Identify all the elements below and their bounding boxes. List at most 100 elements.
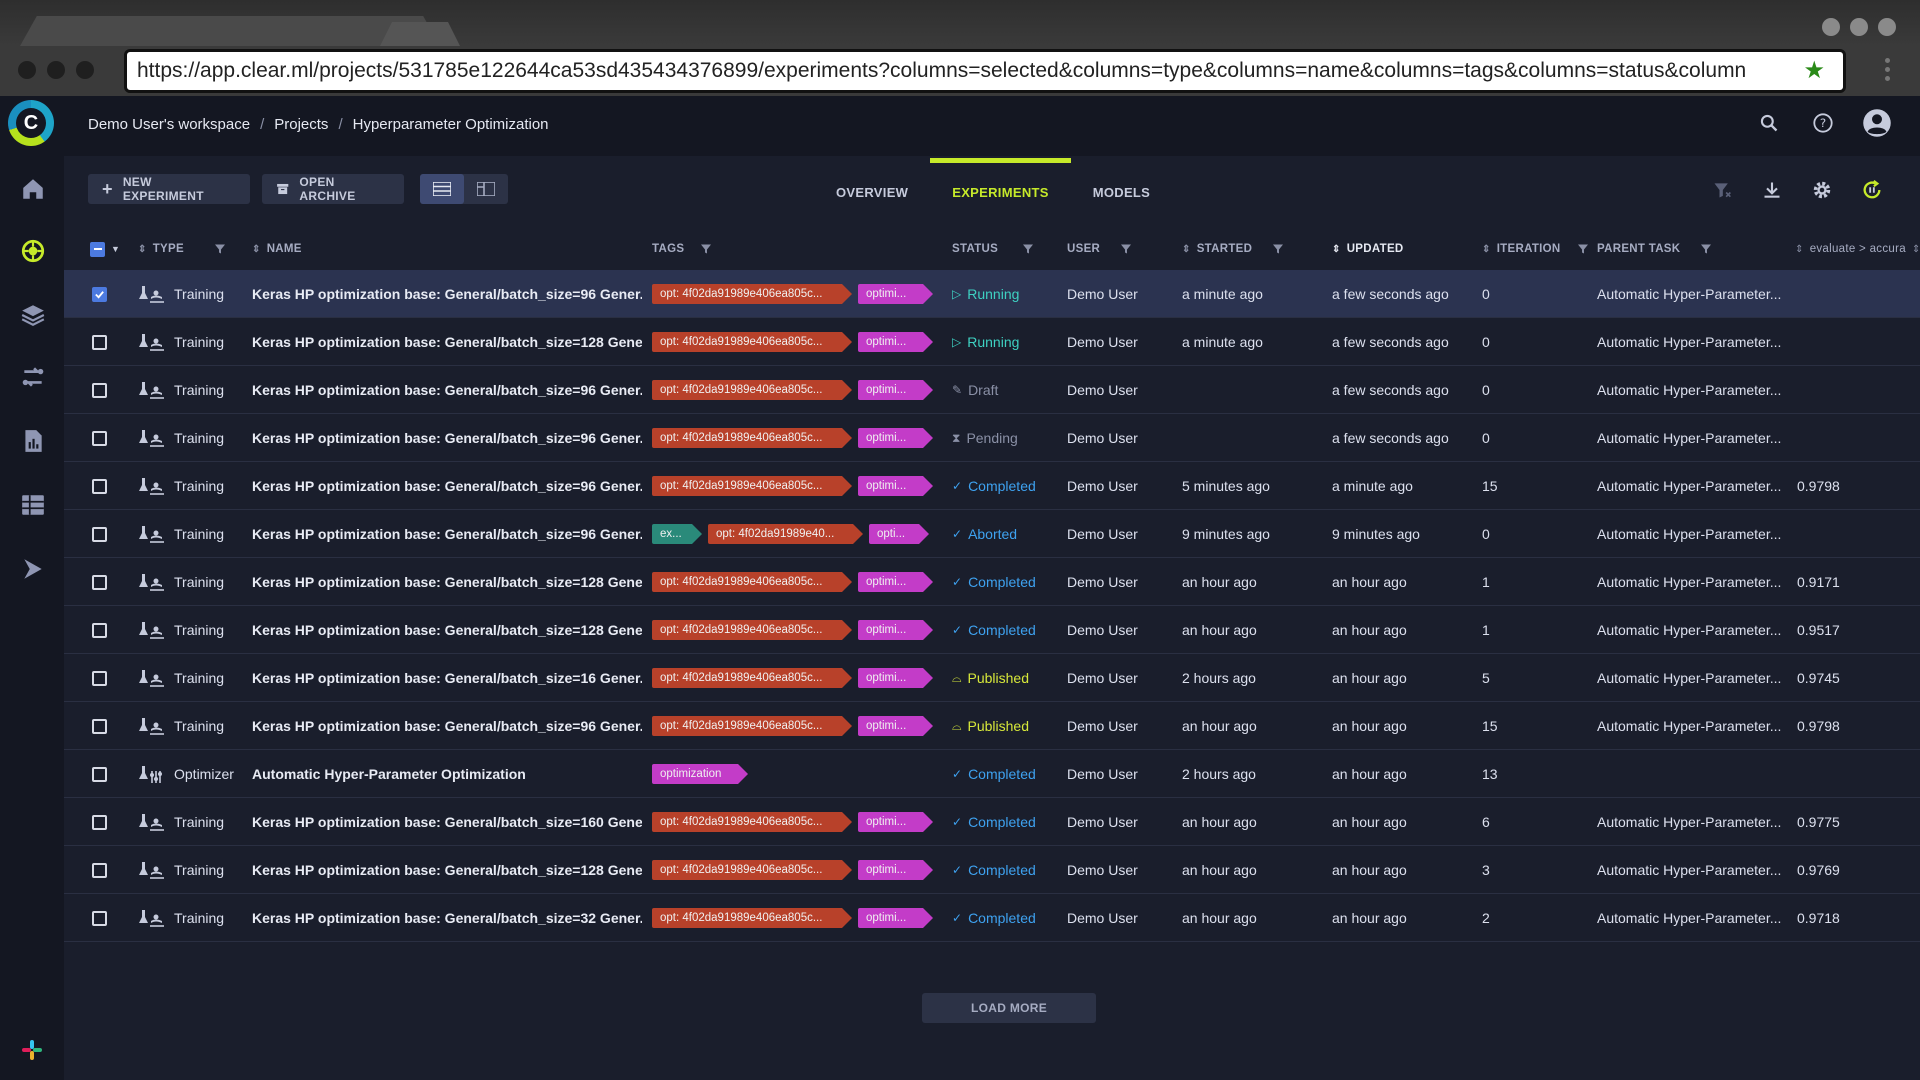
row-checkbox[interactable] (92, 510, 107, 558)
parent-task-cell[interactable]: Automatic Hyper-Parameter... (1597, 894, 1792, 942)
experiment-name[interactable]: Keras HP optimization base: General/batc… (252, 462, 642, 510)
tag-chip[interactable]: optimi... (858, 812, 933, 832)
parent-task-cell[interactable]: Automatic Hyper-Parameter... (1597, 366, 1792, 414)
tag-chip[interactable]: opt: 4f02da91989e406ea805c... (652, 284, 852, 304)
parent-task-cell[interactable]: Automatic Hyper-Parameter... (1597, 558, 1792, 606)
new-experiment-button[interactable]: + NEW EXPERIMENT (88, 174, 250, 204)
window-close-icon[interactable] (1878, 18, 1896, 36)
tag-chip[interactable]: opt: 4f02da91989e406ea805c... (652, 572, 852, 592)
download-icon[interactable] (1760, 178, 1784, 202)
sort-icon[interactable]: ⇕ (1795, 244, 1804, 255)
browser-menu-icon[interactable] (1885, 58, 1890, 81)
row-checkbox[interactable] (92, 366, 107, 414)
search-icon[interactable] (1754, 108, 1784, 138)
parent-task-cell[interactable]: Automatic Hyper-Parameter... (1597, 846, 1792, 894)
tag-chip[interactable]: optimi... (858, 620, 933, 640)
table-row[interactable]: Training Keras HP optimization base: Gen… (64, 894, 1920, 942)
table-row[interactable]: Training Keras HP optimization base: Gen… (64, 558, 1920, 606)
row-checkbox[interactable] (92, 894, 107, 942)
clearml-logo[interactable]: C (8, 100, 54, 146)
breadcrumb-project[interactable]: Hyperparameter Optimization (353, 116, 549, 133)
experiment-name[interactable]: Keras HP optimization base: General/batc… (252, 894, 642, 942)
col-metric[interactable]: ⇕ evaluate > accura ⇕ (1795, 228, 1920, 270)
tag-chip[interactable]: opt: 4f02da91989e406ea805c... (652, 908, 852, 928)
tag-chip[interactable]: opt: 4f02da91989e406ea805c... (652, 380, 852, 400)
sort-icon[interactable]: ⇕ (138, 244, 147, 255)
bookmark-star-icon[interactable]: ★ (1803, 59, 1825, 83)
nav-dot-icon[interactable] (76, 61, 94, 79)
table-row[interactable]: Optimizer Automatic Hyper-Parameter Opti… (64, 750, 1920, 798)
col-started[interactable]: ⇕ STARTED (1182, 228, 1284, 270)
experiment-name[interactable]: Keras HP optimization base: General/batc… (252, 702, 642, 750)
tag-chip[interactable]: opt: 4f02da91989e406ea805c... (652, 812, 852, 832)
tag-chip[interactable]: optimi... (858, 476, 933, 496)
filter-icon[interactable] (1120, 243, 1132, 255)
sort-icon[interactable]: ⇕ (1482, 244, 1491, 255)
experiment-name[interactable]: Keras HP optimization base: General/batc… (252, 270, 642, 318)
filter-icon[interactable] (1272, 243, 1284, 255)
experiment-name[interactable]: Automatic Hyper-Parameter Optimization (252, 750, 642, 798)
table-view-icon[interactable] (420, 174, 464, 204)
experiment-name[interactable]: Keras HP optimization base: General/batc… (252, 606, 642, 654)
col-name[interactable]: ⇕ NAME (252, 228, 302, 270)
experiment-name[interactable]: Keras HP optimization base: General/batc… (252, 558, 642, 606)
tab-overview[interactable]: OVERVIEW (814, 156, 930, 228)
tag-chip[interactable]: opt: 4f02da91989e406ea805c... (652, 476, 852, 496)
tag-chip[interactable]: optimi... (858, 428, 933, 448)
table-row[interactable]: Training Keras HP optimization base: Gen… (64, 414, 1920, 462)
sort-icon[interactable]: ⇕ (1182, 244, 1191, 255)
tag-chip[interactable]: opt: 4f02da91989e40... (708, 524, 863, 544)
row-checkbox[interactable] (92, 846, 107, 894)
parent-task-cell[interactable]: Automatic Hyper-Parameter... (1597, 702, 1792, 750)
row-checkbox[interactable] (92, 270, 107, 318)
table-row[interactable]: Training Keras HP optimization base: Gen… (64, 606, 1920, 654)
experiment-name[interactable]: Keras HP optimization base: General/batc… (252, 654, 642, 702)
experiment-name[interactable]: Keras HP optimization base: General/batc… (252, 414, 642, 462)
tag-chip[interactable]: opt: 4f02da91989e406ea805c... (652, 860, 852, 880)
clear-filter-icon[interactable] (1710, 178, 1734, 202)
table-row[interactable]: Training Keras HP optimization base: Gen… (64, 270, 1920, 318)
breadcrumb-projects[interactable]: Projects (274, 116, 328, 133)
row-checkbox[interactable] (92, 702, 107, 750)
nav-dot-icon[interactable] (47, 61, 65, 79)
tag-chip[interactable]: opti... (869, 524, 929, 544)
url-bar[interactable]: https://app.clear.ml/projects/531785e122… (124, 49, 1846, 93)
tag-chip[interactable]: opt: 4f02da91989e406ea805c... (652, 428, 852, 448)
help-icon[interactable]: ? (1808, 108, 1838, 138)
filter-icon[interactable] (700, 243, 712, 255)
sort-icon[interactable]: ⇕ (1332, 244, 1341, 255)
brain-icon[interactable] (20, 238, 46, 264)
tag-chip[interactable]: optimi... (858, 908, 933, 928)
row-checkbox[interactable] (92, 558, 107, 606)
browser-tab[interactable] (20, 16, 440, 46)
table-row[interactable]: Training Keras HP optimization base: Gen… (64, 654, 1920, 702)
tag-chip[interactable]: optimi... (858, 716, 933, 736)
table-row[interactable]: Training Keras HP optimization base: Gen… (64, 510, 1920, 558)
parent-task-cell[interactable]: Automatic Hyper-Parameter... (1597, 606, 1792, 654)
col-user[interactable]: USER (1067, 228, 1132, 270)
tag-chip[interactable]: optimi... (858, 572, 933, 592)
parent-task-cell[interactable]: Automatic Hyper-Parameter... (1597, 462, 1792, 510)
datasets-icon[interactable] (20, 492, 46, 518)
filter-icon[interactable] (1577, 243, 1589, 255)
tag-chip[interactable]: optimi... (858, 668, 933, 688)
experiment-name[interactable]: Keras HP optimization base: General/batc… (252, 798, 642, 846)
browser-new-tab[interactable] (380, 22, 460, 46)
row-checkbox[interactable] (92, 798, 107, 846)
parent-task-cell[interactable]: Automatic Hyper-Parameter... (1597, 654, 1792, 702)
parent-task-cell[interactable]: Automatic Hyper-Parameter... (1597, 270, 1792, 318)
tag-chip[interactable]: ex... (652, 524, 702, 544)
table-row[interactable]: Training Keras HP optimization base: Gen… (64, 798, 1920, 846)
settings-gear-icon[interactable] (1810, 178, 1834, 202)
tag-chip[interactable]: opt: 4f02da91989e406ea805c... (652, 716, 852, 736)
sort-icon[interactable]: ⇕ (1912, 244, 1920, 255)
row-checkbox[interactable] (92, 318, 107, 366)
tab-experiments[interactable]: EXPERIMENTS (930, 156, 1072, 228)
experiment-name[interactable]: Keras HP optimization base: General/batc… (252, 510, 642, 558)
col-status[interactable]: STATUS (952, 228, 1034, 270)
row-checkbox[interactable] (92, 654, 107, 702)
col-iteration[interactable]: ⇕ ITERATION (1482, 228, 1589, 270)
parent-task-cell[interactable]: Automatic Hyper-Parameter... (1597, 414, 1792, 462)
auto-refresh-icon[interactable] (1860, 178, 1884, 202)
breadcrumb-workspace[interactable]: Demo User's workspace (88, 116, 250, 133)
